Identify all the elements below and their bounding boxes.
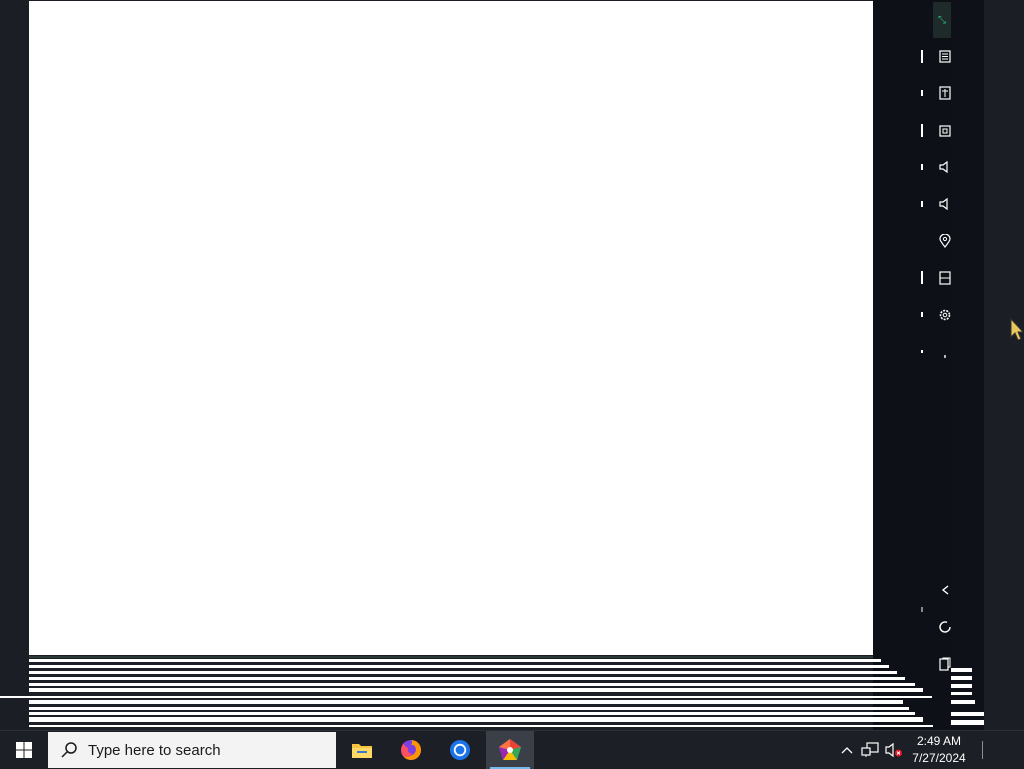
clock-date: 7/27/2024 — [912, 751, 966, 765]
taskbar-clock[interactable]: 2:49 AM 7/27/2024 — [906, 731, 972, 769]
firefox-icon — [401, 740, 421, 760]
circle-icon[interactable] — [934, 616, 956, 638]
chevron-up-icon[interactable] — [838, 740, 856, 760]
collapse-icon[interactable]: ⤡ — [933, 2, 951, 38]
toolbar-tick — [921, 90, 923, 96]
toolbar-tick — [921, 312, 923, 317]
toolbar-tick — [921, 50, 923, 63]
blank-content-area[interactable] — [29, 1, 873, 655]
chrome-button[interactable] — [436, 731, 484, 769]
toolbar-tick — [921, 164, 923, 170]
page-icon[interactable] — [934, 267, 956, 289]
toolbar-tick — [921, 124, 923, 137]
screenshot-icon[interactable] — [934, 119, 956, 141]
volume-icon[interactable] — [934, 193, 956, 215]
toolbar-tick — [921, 201, 923, 207]
mouse-cursor-icon — [1010, 318, 1024, 341]
translate-icon[interactable] — [934, 82, 956, 104]
desktop: ⤡ — [0, 0, 1024, 730]
taskbar: Type here to search 2:49 AM 7/27/2024 — [0, 730, 1024, 769]
start-button[interactable] — [0, 731, 48, 769]
clock-time: 2:49 AM — [916, 734, 962, 748]
folder-icon — [352, 744, 372, 758]
pentagon-app-icon — [499, 739, 521, 760]
search-icon — [61, 742, 77, 758]
file-explorer-button[interactable] — [338, 731, 386, 769]
windows-logo-icon — [16, 742, 32, 758]
screen-edge — [984, 0, 1024, 730]
show-desktop-button[interactable] — [982, 741, 983, 759]
document-icon[interactable] — [934, 45, 956, 67]
settings-icon[interactable] — [934, 304, 956, 326]
network-icon[interactable] — [861, 740, 879, 760]
firefox-button[interactable] — [387, 731, 435, 769]
chrome-icon — [450, 740, 470, 760]
app-launcher-button[interactable] — [486, 731, 534, 769]
toolbar-tick — [921, 350, 923, 353]
left-border-strip — [0, 0, 29, 730]
more-icon[interactable] — [934, 342, 956, 364]
volume-icon[interactable] — [934, 156, 956, 178]
toolbar-tick — [921, 607, 923, 612]
search-placeholder: Type here to search — [88, 741, 221, 759]
toolbar-tick — [921, 271, 923, 284]
back-icon[interactable] — [934, 579, 956, 601]
location-icon[interactable] — [934, 230, 956, 252]
taskbar-search-box[interactable]: Type here to search — [48, 732, 336, 768]
volume-muted-icon[interactable] — [885, 740, 903, 760]
